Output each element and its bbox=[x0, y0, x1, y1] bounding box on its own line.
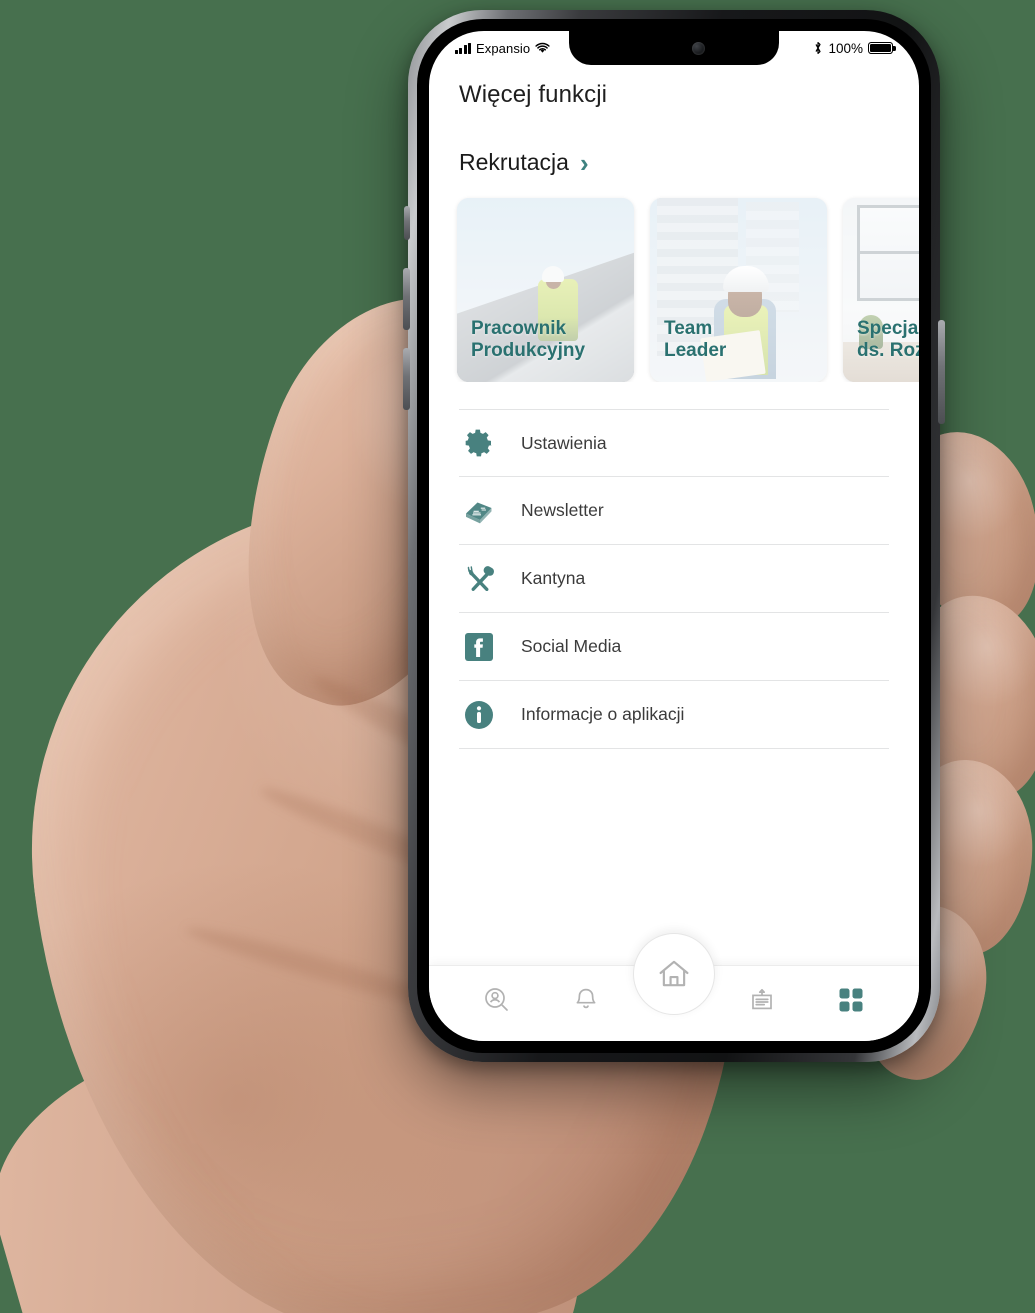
facebook-icon bbox=[459, 627, 499, 667]
recruitment-card[interactable]: Team Leader bbox=[650, 198, 827, 382]
feature-menu-list: Ustawienia Newsletter Kantyna Social Med… bbox=[429, 409, 919, 749]
nav-user-search[interactable] bbox=[470, 977, 524, 1023]
battery-percent-label: 100% bbox=[828, 40, 863, 56]
nav-noticeboard[interactable] bbox=[735, 977, 789, 1023]
menu-item-label: Informacje o aplikacji bbox=[521, 704, 685, 724]
recruitment-card[interactable]: Pracownik Produkcyjny bbox=[457, 198, 634, 382]
grid-apps-icon bbox=[839, 988, 863, 1011]
menu-item-ustawienia[interactable]: Ustawienia bbox=[459, 409, 889, 477]
chevron-right-icon[interactable]: › bbox=[580, 150, 589, 176]
noticeboard-icon bbox=[752, 988, 773, 1009]
nav-notifications[interactable] bbox=[559, 977, 613, 1023]
recruitment-card[interactable]: Specjalista ds. Rozliczeń bbox=[843, 198, 919, 382]
page-content: Więcej funkcji Rekrutacja › Pracownik Pr… bbox=[429, 65, 919, 1041]
phone-device: Expansio 100% Więcej funkcji Rekrutacja … bbox=[403, 10, 945, 1062]
nav-more-apps[interactable] bbox=[824, 977, 878, 1023]
nav-home-button[interactable] bbox=[633, 933, 715, 1015]
wifi-icon bbox=[535, 42, 550, 53]
notch bbox=[569, 31, 779, 65]
user-search-icon bbox=[485, 987, 509, 1011]
card-label: Specjalista ds. Rozliczeń bbox=[857, 317, 919, 361]
card-label: Team Leader bbox=[664, 317, 727, 361]
bell-icon bbox=[576, 988, 596, 1008]
home-icon bbox=[659, 960, 689, 987]
menu-item-informacje-o-aplikacji[interactable]: Informacje o aplikacji bbox=[459, 681, 889, 749]
recruitment-card-carousel[interactable]: Pracownik Produkcyjny Team Leader Specja… bbox=[429, 176, 919, 382]
menu-item-kantyna[interactable]: Kantyna bbox=[459, 545, 889, 613]
front-camera-icon bbox=[691, 41, 705, 55]
menu-item-label: Social Media bbox=[521, 636, 622, 656]
phone-bezel: Expansio 100% Więcej funkcji Rekrutacja … bbox=[417, 19, 931, 1053]
info-circle-icon bbox=[459, 695, 499, 735]
menu-item-label: Newsletter bbox=[521, 500, 604, 520]
gear-icon bbox=[459, 423, 499, 463]
power-button[interactable] bbox=[938, 320, 945, 424]
mute-switch[interactable] bbox=[404, 206, 410, 240]
battery-full-icon bbox=[868, 42, 896, 54]
section-title: Rekrutacja bbox=[459, 149, 569, 175]
volume-up-button[interactable] bbox=[403, 268, 410, 330]
menu-item-label: Kantyna bbox=[521, 568, 586, 588]
carrier-label: Expansio bbox=[475, 40, 531, 56]
menu-item-social-media[interactable]: Social Media bbox=[459, 613, 889, 681]
page-title: Więcej funkcji bbox=[459, 81, 608, 108]
signal-bars-icon bbox=[455, 42, 471, 54]
fork-spoon-icon bbox=[459, 559, 499, 599]
recruitment-section-header[interactable]: Rekrutacja › bbox=[429, 109, 919, 176]
menu-item-label: Ustawienia bbox=[521, 432, 607, 453]
newspaper-icon bbox=[459, 491, 499, 531]
card-label: Pracownik Produkcyjny bbox=[471, 317, 586, 361]
phone-screen: Expansio 100% Więcej funkcji Rekrutacja … bbox=[429, 31, 919, 1041]
bluetooth-icon bbox=[815, 42, 822, 54]
volume-down-button[interactable] bbox=[403, 348, 410, 410]
menu-item-newsletter[interactable]: Newsletter bbox=[459, 477, 889, 545]
